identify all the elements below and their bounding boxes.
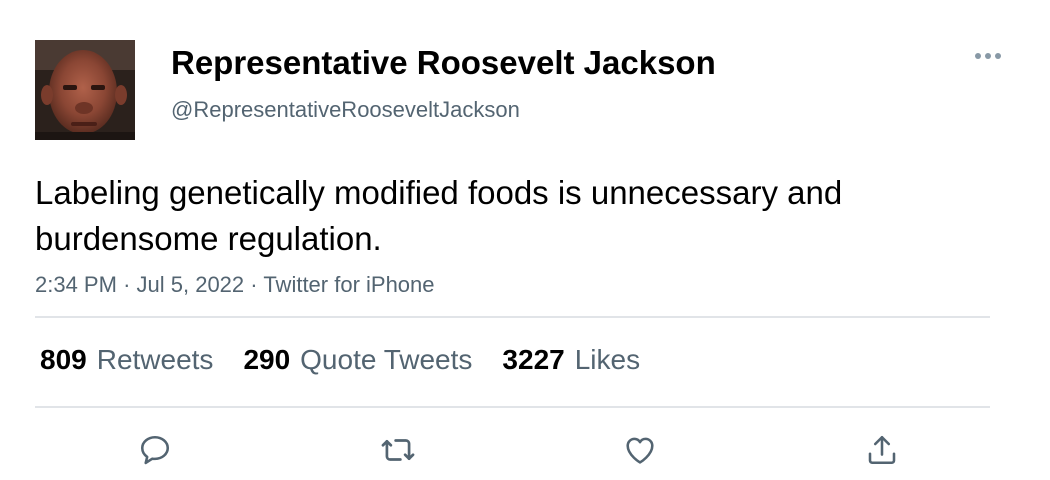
tweet-date[interactable]: Jul 5, 2022 bbox=[137, 272, 245, 297]
retweets-stat[interactable]: 809 Retweets bbox=[40, 344, 213, 376]
avatar[interactable] bbox=[35, 40, 135, 140]
meta-separator: · bbox=[250, 272, 258, 297]
divider bbox=[35, 316, 990, 318]
heart-icon bbox=[626, 437, 654, 464]
share-icon bbox=[868, 435, 896, 465]
retweets-count: 809 bbox=[40, 344, 87, 375]
author-handle[interactable]: @RepresentativeRooseveltJackson bbox=[171, 96, 520, 124]
retweets-label: Retweets bbox=[96, 344, 214, 375]
tweet-meta: 2:34 PM · Jul 5, 2022 · Twitter for iPho… bbox=[35, 270, 435, 300]
avatar-image bbox=[35, 40, 135, 140]
tweet-source[interactable]: Twitter for iPhone bbox=[263, 272, 434, 297]
quote-tweets-count: 290 bbox=[243, 344, 291, 375]
reply-icon bbox=[140, 435, 170, 465]
share-button[interactable] bbox=[862, 430, 902, 470]
quote-tweets-label: Quote Tweets bbox=[300, 344, 473, 375]
tweet-text: Labeling genetically modified foods is u… bbox=[35, 174, 843, 257]
likes-stat[interactable]: 3227 Likes bbox=[502, 344, 640, 376]
tweet-stats: 809 Retweets 290 Quote Tweets 3227 Likes bbox=[40, 340, 670, 380]
likes-count: 3227 bbox=[502, 344, 565, 375]
tweet-time[interactable]: 2:34 PM bbox=[35, 272, 117, 297]
like-button[interactable] bbox=[620, 430, 660, 470]
tweet-actions bbox=[0, 430, 1050, 470]
divider bbox=[35, 406, 990, 408]
more-options-button[interactable] bbox=[968, 40, 1008, 72]
quote-tweets-stat[interactable]: 290 Quote Tweets bbox=[243, 344, 472, 376]
reply-button[interactable] bbox=[135, 430, 175, 470]
meta-separator: · bbox=[123, 272, 131, 297]
author-display-name[interactable]: Representative Roosevelt Jackson bbox=[171, 43, 716, 83]
retweet-button[interactable] bbox=[378, 430, 418, 470]
more-horizontal-icon bbox=[975, 53, 1001, 59]
likes-label: Likes bbox=[574, 344, 641, 375]
retweet-icon bbox=[381, 439, 415, 461]
